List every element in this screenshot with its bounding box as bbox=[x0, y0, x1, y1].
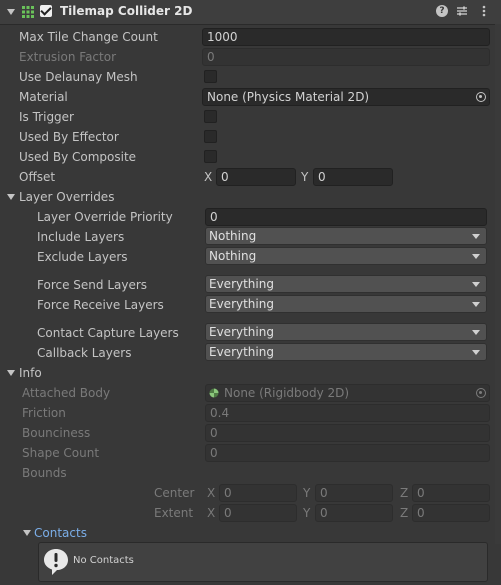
include-layers-dropdown[interactable]: Nothing bbox=[205, 227, 487, 245]
contact-capture-layers-value: Everything bbox=[209, 325, 274, 339]
chevron-down-icon bbox=[472, 234, 480, 239]
object-picker-icon[interactable] bbox=[476, 92, 486, 102]
chevron-down-icon bbox=[472, 282, 480, 287]
component-header: Tilemap Collider 2D ? bbox=[0, 0, 501, 25]
layer-overrides-label[interactable]: Layer Overrides bbox=[19, 189, 114, 205]
chevron-down-icon bbox=[472, 302, 480, 307]
extrusion-factor-field: 0 bbox=[202, 48, 490, 66]
help-icon[interactable]: ? bbox=[436, 5, 448, 17]
is-trigger-checkbox[interactable] bbox=[204, 110, 217, 123]
exclude-layers-dropdown[interactable]: Nothing bbox=[205, 247, 487, 265]
info-exclamation-icon bbox=[44, 549, 68, 575]
exclude-layers-label: Exclude Layers bbox=[37, 250, 128, 264]
shape-count-field: 0 bbox=[205, 444, 490, 462]
max-tile-change-count-label: Max Tile Change Count bbox=[19, 30, 158, 44]
tilemap-grid-icon bbox=[22, 6, 34, 18]
max-tile-change-count-field[interactable]: 1000 bbox=[202, 28, 490, 46]
center-y-label: Y bbox=[303, 486, 311, 500]
offset-label: Offset bbox=[19, 170, 56, 184]
no-contacts-message: No Contacts bbox=[73, 555, 134, 566]
force-send-layers-value: Everything bbox=[209, 277, 274, 291]
force-receive-layers-value: Everything bbox=[209, 297, 274, 311]
center-x-field: 0 bbox=[219, 484, 297, 502]
include-layers-value: Nothing bbox=[209, 229, 257, 243]
bounds-center-label: Center bbox=[154, 486, 195, 500]
force-receive-layers-label: Force Receive Layers bbox=[37, 298, 164, 312]
callback-layers-value: Everything bbox=[209, 345, 274, 359]
chevron-down-icon bbox=[472, 330, 480, 335]
used-by-composite-checkbox[interactable] bbox=[204, 150, 217, 163]
use-delaunay-mesh-label: Use Delaunay Mesh bbox=[19, 70, 138, 84]
offset-y-field[interactable]: 0 bbox=[313, 168, 393, 186]
rigidbody-icon bbox=[209, 388, 219, 398]
bounds-label: Bounds bbox=[22, 466, 67, 480]
include-layers-label: Include Layers bbox=[37, 230, 125, 244]
extent-z-field: 0 bbox=[412, 504, 490, 522]
layer-override-priority-label: Layer Override Priority bbox=[37, 210, 173, 224]
component-title: Tilemap Collider 2D bbox=[60, 4, 193, 18]
contact-capture-layers-dropdown[interactable]: Everything bbox=[205, 323, 487, 341]
callback-layers-label: Callback Layers bbox=[37, 346, 132, 360]
component-enabled-checkbox[interactable] bbox=[40, 5, 52, 17]
contacts-foldout-icon[interactable] bbox=[23, 530, 31, 536]
bounciness-field: 0 bbox=[205, 424, 490, 442]
callback-layers-dropdown[interactable]: Everything bbox=[205, 343, 487, 361]
extent-x-field: 0 bbox=[219, 504, 297, 522]
info-foldout-icon[interactable] bbox=[7, 370, 15, 376]
center-x-label: X bbox=[207, 486, 216, 500]
offset-x-label[interactable]: X bbox=[204, 169, 212, 185]
use-delaunay-mesh-checkbox[interactable] bbox=[204, 70, 217, 83]
bounciness-label: Bounciness bbox=[22, 426, 91, 440]
force-receive-layers-dropdown[interactable]: Everything bbox=[205, 295, 487, 313]
extent-y-field: 0 bbox=[315, 504, 393, 522]
extrusion-factor-label: Extrusion Factor bbox=[19, 50, 117, 64]
offset-x-field[interactable]: 0 bbox=[216, 168, 296, 186]
used-by-effector-label: Used By Effector bbox=[19, 130, 119, 144]
layer-override-priority-field[interactable]: 0 bbox=[205, 208, 487, 226]
used-by-effector-checkbox[interactable] bbox=[204, 130, 217, 143]
chevron-down-icon bbox=[472, 254, 480, 259]
offset-y-label[interactable]: Y bbox=[301, 169, 308, 185]
contacts-label[interactable]: Contacts bbox=[34, 525, 87, 541]
component-foldout-icon[interactable] bbox=[7, 9, 15, 15]
object-picker-icon bbox=[476, 388, 486, 398]
is-trigger-label: Is Trigger bbox=[19, 110, 74, 124]
attached-body-label: Attached Body bbox=[22, 386, 111, 400]
bounds-extent-label: Extent bbox=[154, 506, 194, 520]
extent-z-label: Z bbox=[400, 506, 409, 520]
center-z-field: 0 bbox=[412, 484, 490, 502]
attached-body-field: None (Rigidbody 2D) bbox=[205, 384, 490, 402]
friction-field: 0.4 bbox=[205, 404, 490, 422]
force-send-layers-label: Force Send Layers bbox=[37, 278, 148, 292]
extent-y-label: Y bbox=[303, 506, 311, 520]
layer-overrides-foldout-icon[interactable] bbox=[7, 194, 15, 200]
scrollbar[interactable] bbox=[495, 24, 501, 544]
exclude-layers-value: Nothing bbox=[209, 249, 257, 263]
contact-capture-layers-label: Contact Capture Layers bbox=[37, 326, 179, 340]
used-by-composite-label: Used By Composite bbox=[19, 150, 137, 164]
force-send-layers-dropdown[interactable]: Everything bbox=[205, 275, 487, 293]
chevron-down-icon bbox=[472, 350, 480, 355]
center-y-field: 0 bbox=[315, 484, 393, 502]
presets-icon[interactable] bbox=[456, 5, 468, 17]
material-label: Material bbox=[19, 90, 68, 104]
material-field[interactable]: None (Physics Material 2D) bbox=[202, 88, 490, 106]
info-label[interactable]: Info bbox=[19, 365, 42, 381]
attached-body-value: None (Rigidbody 2D) bbox=[224, 386, 350, 400]
extent-x-label: X bbox=[207, 506, 216, 520]
kebab-menu-icon[interactable] bbox=[478, 5, 490, 17]
friction-label: Friction bbox=[22, 406, 66, 420]
center-z-label: Z bbox=[400, 486, 409, 500]
shape-count-label: Shape Count bbox=[22, 446, 100, 460]
contacts-help-box: No Contacts bbox=[38, 542, 488, 582]
